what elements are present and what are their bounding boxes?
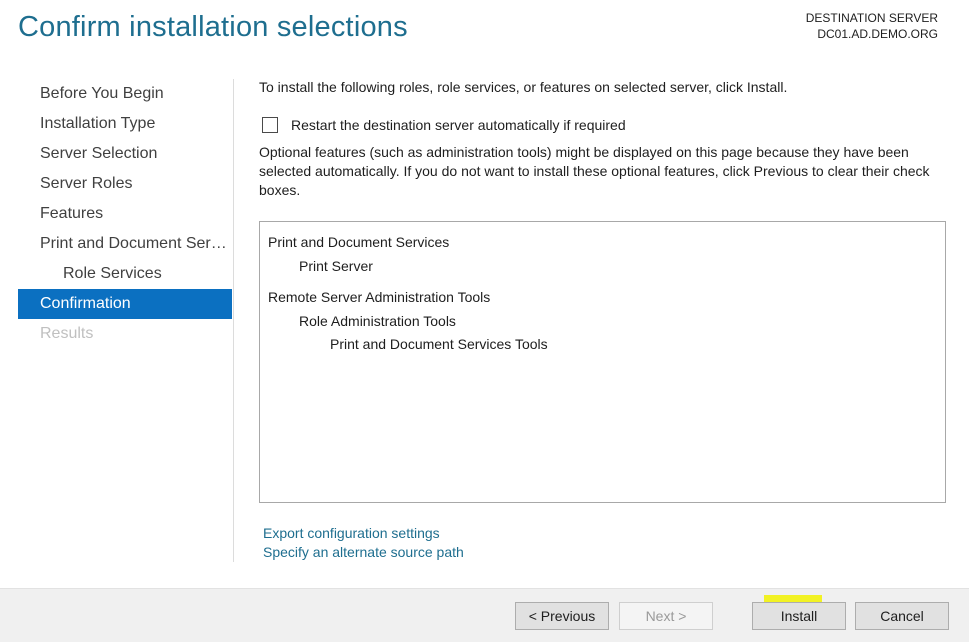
nav-item-before-you-begin[interactable]: Before You Begin (18, 79, 232, 109)
export-configuration-link[interactable]: Export configuration settings (263, 524, 464, 543)
wizard-footer: < Previous Next > Install Cancel (0, 588, 969, 642)
nav-item-server-roles[interactable]: Server Roles (18, 169, 232, 199)
selections-list[interactable]: Print and Document Services Print Server… (259, 221, 946, 503)
nav-divider (233, 79, 234, 562)
main-content: To install the following roles, role ser… (259, 77, 949, 200)
previous-button[interactable]: < Previous (515, 602, 609, 630)
action-links: Export configuration settings Specify an… (263, 524, 464, 562)
restart-option[interactable]: Restart the destination server automatic… (259, 115, 949, 135)
list-item: Print and Document Services (268, 234, 450, 250)
wizard-navigation: Before You Begin Installation Type Serve… (18, 79, 232, 349)
nav-item-confirmation[interactable]: Confirmation (18, 289, 232, 319)
optional-features-note: Optional features (such as administratio… (259, 144, 930, 198)
intro-text: To install the following roles, role ser… (259, 79, 788, 95)
install-button-label: Install (780, 608, 818, 624)
nav-item-results: Results (40, 325, 94, 342)
cancel-button[interactable]: Cancel (855, 602, 949, 630)
nav-item-print-document-services[interactable]: Print and Document Servi... (18, 229, 232, 259)
page-title: Confirm installation selections (18, 11, 408, 43)
list-item: Remote Server Administration Tools (268, 289, 491, 305)
destination-server-label: DESTINATION SERVER (805, 11, 938, 25)
destination-server-name: DC01.AD.DEMO.ORG (817, 27, 938, 41)
list-item: Role Administration Tools (299, 312, 456, 329)
nav-item-role-services[interactable]: Role Services (18, 259, 232, 289)
restart-checkbox[interactable] (262, 117, 278, 133)
next-button: Next > (619, 602, 713, 630)
alternate-source-path-link[interactable]: Specify an alternate source path (263, 543, 464, 562)
nav-item-installation-type[interactable]: Installation Type (18, 109, 232, 139)
restart-label[interactable]: Restart the destination server automatic… (291, 117, 626, 133)
install-button[interactable]: Install (752, 602, 846, 630)
list-item: Print and Document Services Tools (330, 336, 548, 352)
list-item: Print Server (299, 257, 373, 274)
nav-item-features[interactable]: Features (18, 199, 232, 229)
nav-item-server-selection[interactable]: Server Selection (18, 139, 232, 169)
destination-server-info: DESTINATION SERVER DC01.AD.DEMO.ORG (806, 10, 938, 42)
